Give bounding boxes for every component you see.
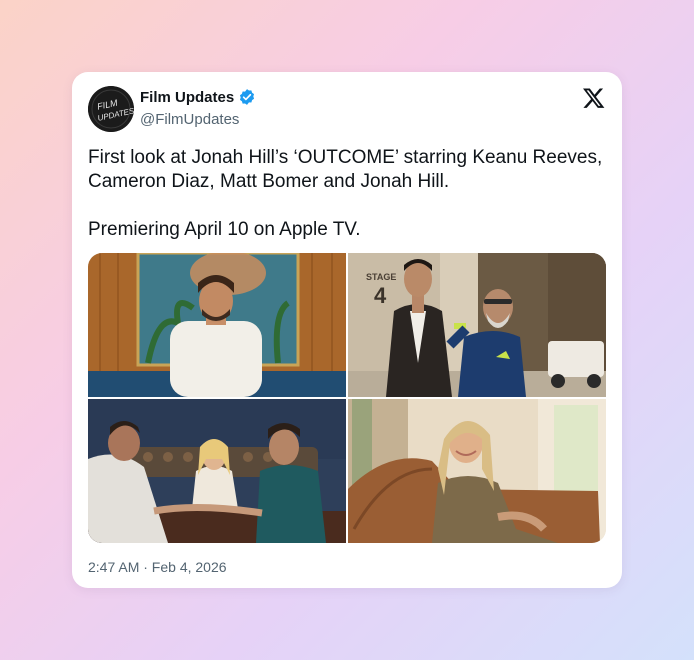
two-men-on-studio-lot-photo[interactable]: STAGE 4 [348, 253, 606, 397]
three-people-on-sofa-photo[interactable] [88, 399, 346, 543]
tweet-timestamp[interactable]: 2:47 AM · Feb 4, 2026 [88, 559, 227, 575]
stage-number: 4 [374, 283, 387, 308]
tweet-card: FILM UPDATES Film Updates @FilmUpdates F… [72, 72, 622, 588]
author-handle[interactable]: @FilmUpdates [140, 111, 239, 128]
x-logo-icon[interactable] [582, 86, 606, 110]
author-display-name[interactable]: Film Updates [140, 89, 234, 106]
author-name-row[interactable]: Film Updates [140, 88, 256, 106]
verified-badge-icon [240, 89, 255, 105]
media-grid: STAGE 4 [88, 253, 606, 543]
avatar[interactable]: FILM UPDATES [88, 86, 134, 132]
woman-on-leather-sofa-photo[interactable] [348, 399, 606, 543]
film-updates-logo: FILM UPDATES [88, 86, 134, 132]
stage-sign: STAGE [366, 272, 396, 282]
tweet-text: First look at Jonah Hill’s ‘OUTCOME’ sta… [88, 147, 603, 240]
man-in-white-tee-photo[interactable] [88, 253, 346, 397]
